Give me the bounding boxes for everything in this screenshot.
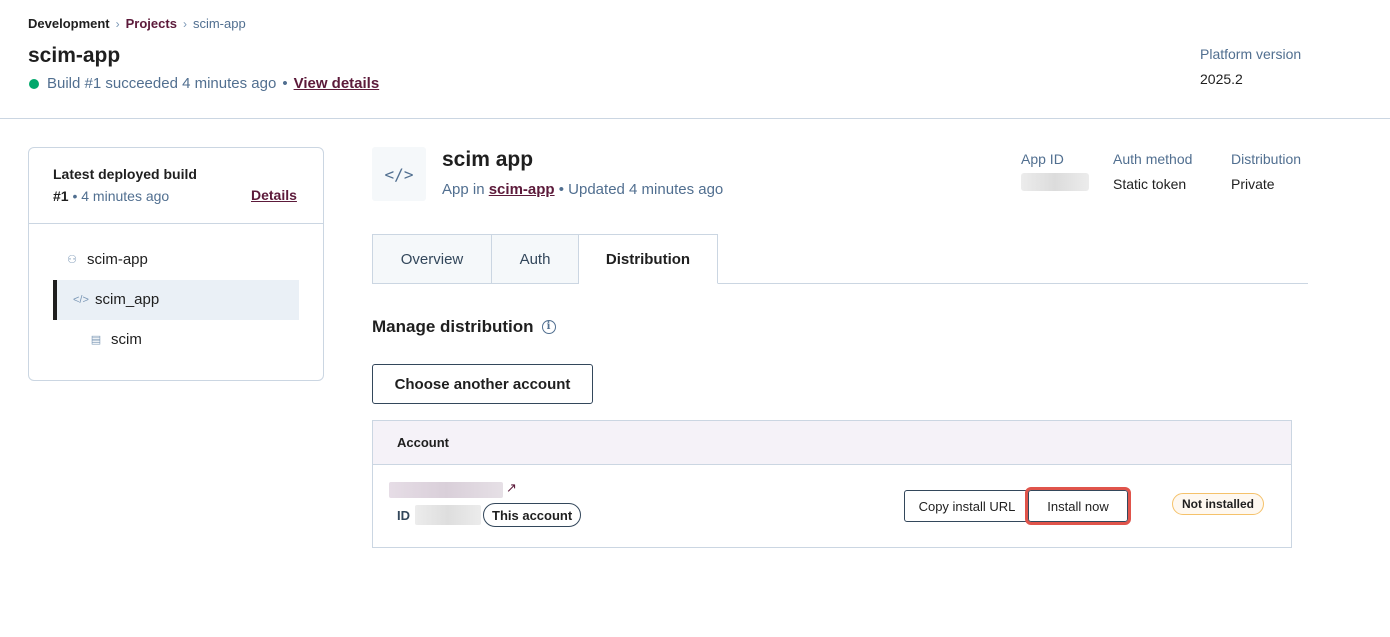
breadcrumb: Development › Projects › scim-app — [28, 16, 246, 31]
this-account-badge: This account — [483, 503, 582, 527]
project-icon: ⚇ — [67, 254, 77, 266]
tab-baseline — [718, 283, 1308, 284]
app-id-label: App ID — [1021, 151, 1064, 167]
code-icon: </> — [73, 293, 89, 306]
view-details-link[interactable]: View details — [294, 75, 380, 92]
app-id-meta: App ID — [1021, 151, 1089, 191]
platform-version: Platform version 2025.2 — [1200, 46, 1301, 87]
build-status-text: Build #1 succeeded 4 minutes ago — [47, 75, 277, 92]
copy-install-url-button[interactable]: Copy install URL — [904, 490, 1030, 522]
tree-item-component[interactable]: ▤ scim — [89, 331, 142, 348]
tree-item-label: scim — [111, 331, 142, 348]
build-card-divider — [29, 223, 323, 224]
platform-version-value: 2025.2 — [1200, 71, 1243, 87]
account-id-redacted — [415, 505, 481, 525]
choose-another-account-button[interactable]: Choose another account — [372, 364, 593, 404]
status-badge: Not installed — [1172, 493, 1265, 515]
distribution-value: Private — [1231, 176, 1275, 192]
tab-overview[interactable]: Overview — [372, 234, 492, 284]
account-name-redacted — [389, 482, 503, 498]
build-card-subtitle: #1 • 4 minutes ago — [53, 188, 197, 204]
table-row: ↗ ID This account Copy install URL Insta… — [373, 465, 1291, 547]
column-header-account: Account — [397, 435, 449, 450]
build-details-link[interactable]: Details — [251, 187, 297, 203]
distribution-label: Distribution — [1231, 151, 1302, 167]
app-id-redacted — [1021, 173, 1089, 191]
page-title: scim-app — [28, 44, 121, 67]
tree-item-label: scim_app — [95, 291, 160, 308]
success-status-dot-icon — [29, 78, 39, 89]
breadcrumb-projects[interactable]: Projects — [126, 16, 177, 31]
account-table: Account ↗ ID This account Copy install U… — [372, 420, 1292, 548]
account-id-label: ID — [397, 508, 410, 523]
project-link[interactable]: scim-app — [489, 181, 555, 198]
code-icon: </> — [372, 147, 426, 201]
latest-build-card: Latest deployed build #1 • 4 minutes ago… — [28, 147, 324, 381]
auth-method-label: Auth method — [1113, 151, 1193, 167]
section-title-text: Manage distribution — [372, 317, 534, 336]
distribution-meta: Distribution Private — [1231, 151, 1301, 192]
table-header: Account — [373, 421, 1291, 465]
build-card-title: Latest deployed build — [53, 166, 197, 182]
build-card-header: Latest deployed build #1 • 4 minutes ago — [53, 166, 197, 204]
tree-item-project[interactable]: ⚇ scim-app — [65, 251, 148, 268]
tab-auth[interactable]: Auth — [492, 234, 579, 284]
auth-method-meta: Auth method Static token — [1113, 151, 1192, 192]
separator-dot: • — [282, 75, 288, 92]
platform-version-label: Platform version — [1200, 46, 1302, 62]
tab-distribution[interactable]: Distribution — [579, 234, 718, 284]
breadcrumb-development[interactable]: Development — [28, 16, 110, 31]
build-number: #1 — [53, 188, 69, 204]
app-subtitle: App in scim-app • Updated 4 minutes ago — [442, 181, 723, 198]
info-icon[interactable]: i — [541, 320, 556, 334]
app-sub-prefix: App in — [442, 181, 485, 198]
tree-item-app[interactable]: </> scim_app — [73, 291, 159, 308]
header-divider — [0, 118, 1390, 119]
tab-bar: Overview Auth Distribution — [372, 234, 718, 284]
app-title: scim app — [442, 148, 534, 171]
chevron-right-icon: › — [115, 16, 120, 31]
document-icon: ▤ — [90, 334, 102, 346]
section-title: Manage distribution i — [372, 317, 556, 337]
auth-method-value: Static token — [1113, 176, 1187, 192]
app-sub-suffix: • Updated 4 minutes ago — [558, 181, 724, 198]
build-time: • 4 minutes ago — [72, 188, 170, 204]
build-status: Build #1 succeeded 4 minutes ago • View … — [29, 75, 379, 92]
tree-item-label: scim-app — [87, 251, 148, 268]
chevron-right-icon: › — [182, 16, 187, 31]
install-now-button[interactable]: Install now — [1025, 487, 1131, 525]
external-link-icon[interactable]: ↗ — [506, 480, 517, 496]
breadcrumb-current: scim-app — [192, 16, 246, 31]
